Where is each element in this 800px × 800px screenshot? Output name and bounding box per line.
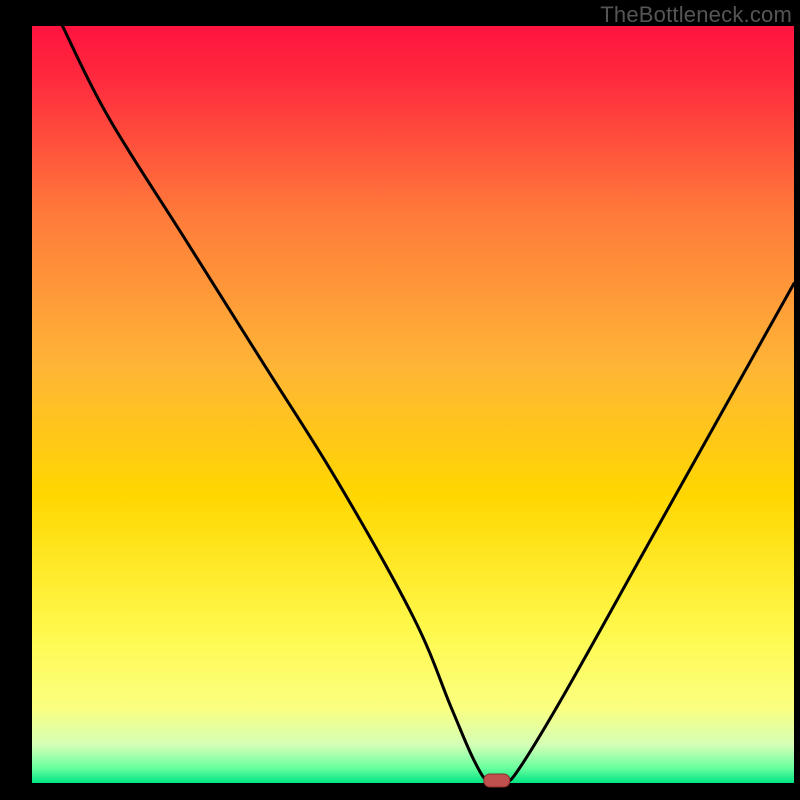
frame-right [794, 0, 800, 800]
frame-bottom [0, 783, 800, 800]
watermark-text: TheBottleneck.com [600, 2, 792, 28]
chart-container: { "watermark": "TheBottleneck.com", "cha… [0, 0, 800, 800]
plot-background [32, 26, 794, 783]
optimal-marker [484, 774, 510, 787]
bottleneck-chart [0, 0, 800, 800]
frame-left [0, 0, 32, 800]
